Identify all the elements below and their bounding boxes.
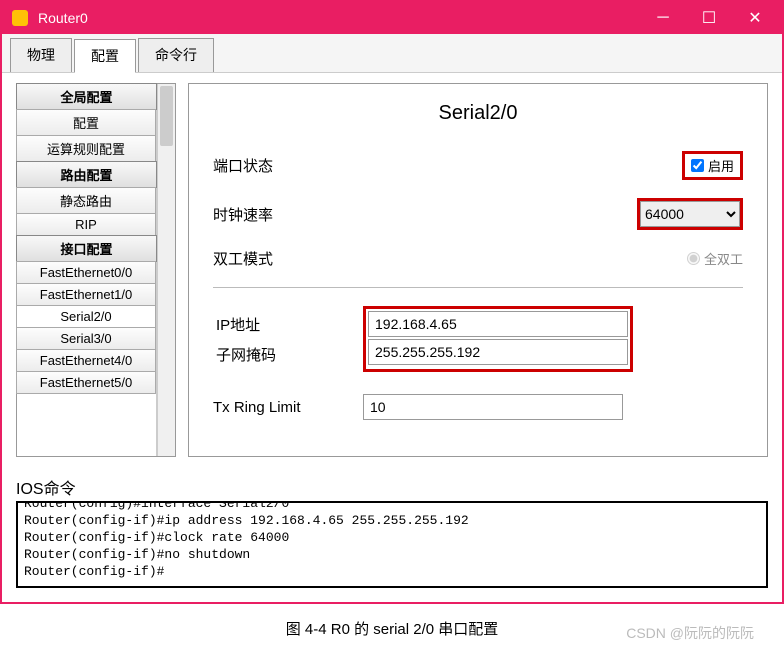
tab-physical[interactable]: 物理	[10, 38, 72, 72]
clock-rate-select[interactable]: 64000	[640, 201, 740, 227]
port-status-label: 端口状态	[213, 155, 363, 176]
sidebar-item-fe50[interactable]: FastEthernet5/0	[16, 371, 156, 394]
window-title: Router0	[34, 10, 640, 26]
port-status-checkbox[interactable]	[691, 159, 704, 172]
tab-cli[interactable]: 命令行	[138, 38, 214, 72]
duplex-label: 双工模式	[213, 248, 363, 269]
sidebar-header-interface: 接口配置	[16, 235, 157, 262]
sidebar-item-settings[interactable]: 配置	[16, 109, 156, 136]
txring-input[interactable]	[363, 394, 623, 420]
subnet-mask-input[interactable]	[368, 339, 628, 365]
divider	[213, 287, 743, 288]
port-status-enable[interactable]: 启用	[682, 151, 743, 180]
ip-address-label: IP地址	[216, 309, 360, 339]
maximize-button[interactable]: ☐	[686, 2, 732, 34]
sidebar-item-rip[interactable]: RIP	[16, 213, 156, 236]
interface-title: Serial2/0	[213, 102, 743, 125]
sidebar-header-routing: 路由配置	[16, 161, 157, 188]
sidebar: 全局配置 配置 运算规则配置 路由配置 静态路由 RIP 接口配置 FastEt…	[16, 83, 176, 457]
tab-bar: 物理 配置 命令行	[2, 34, 782, 73]
txring-label: Tx Ring Limit	[213, 399, 363, 416]
ios-commands-output[interactable]: Router(config)#interface Serial2/0Router…	[16, 501, 768, 588]
sidebar-item-fe00[interactable]: FastEthernet0/0	[16, 261, 156, 284]
duplex-text: 全双工	[704, 249, 743, 268]
ip-address-input[interactable]	[368, 311, 628, 337]
port-status-text: 启用	[708, 156, 734, 175]
app-window: Router0 ─ ☐ ✕ 物理 配置 命令行 全局配置 配置 运算规则配置 路…	[0, 0, 784, 604]
app-icon	[12, 10, 28, 26]
sidebar-scrollbar[interactable]	[157, 84, 175, 456]
duplex-radio	[687, 252, 700, 265]
sidebar-item-algorithm[interactable]: 运算规则配置	[16, 135, 156, 162]
sidebar-item-fe10[interactable]: FastEthernet1/0	[16, 283, 156, 306]
sidebar-item-fe40[interactable]: FastEthernet4/0	[16, 349, 156, 372]
sidebar-item-serial30[interactable]: Serial3/0	[16, 327, 156, 350]
subnet-mask-label: 子网掩码	[216, 339, 360, 369]
sidebar-item-static[interactable]: 静态路由	[16, 187, 156, 214]
minimize-button[interactable]: ─	[640, 2, 686, 34]
duplex-full: 全双工	[687, 249, 743, 268]
ios-commands-label: IOS命令	[16, 475, 768, 499]
clock-rate-label: 时钟速率	[213, 204, 363, 225]
sidebar-header-global: 全局配置	[16, 83, 157, 110]
close-button[interactable]: ✕	[732, 2, 778, 34]
main-panel: Serial2/0 端口状态 启用 时钟速率 64000	[188, 83, 768, 457]
sidebar-item-serial20[interactable]: Serial2/0	[16, 305, 156, 328]
tab-config[interactable]: 配置	[74, 39, 136, 73]
titlebar: Router0 ─ ☐ ✕	[2, 2, 782, 34]
